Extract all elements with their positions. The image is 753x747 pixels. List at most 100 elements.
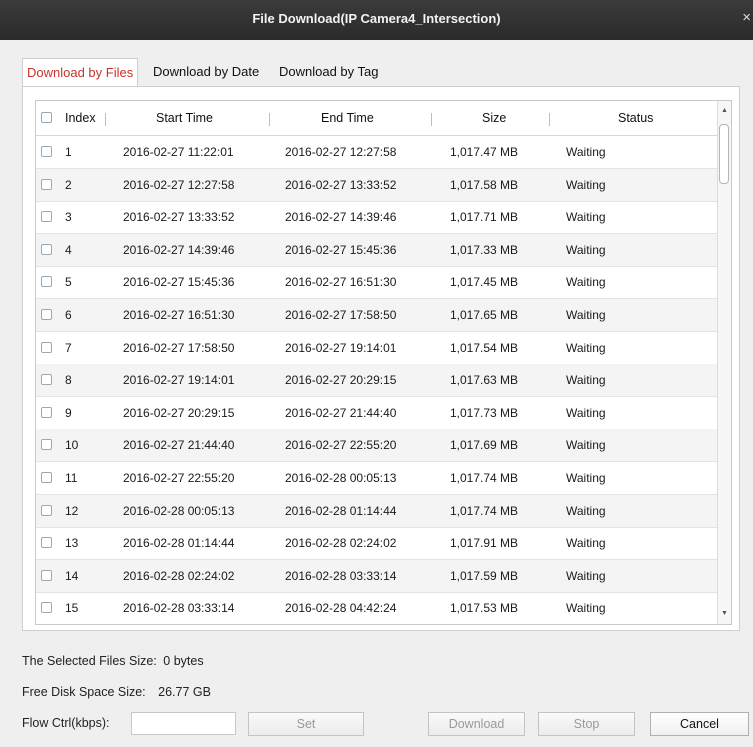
cell-size: 1,017.45 MB: [450, 275, 519, 290]
column-header-end-time[interactable]: End Time: [321, 101, 374, 135]
close-icon[interactable]: ×: [742, 9, 751, 26]
row-checkbox[interactable]: [41, 276, 52, 288]
tab-download-by-date[interactable]: Download by Date: [153, 58, 259, 86]
selected-size-value: 0 bytes: [163, 654, 204, 668]
cell-end-time: 2016-02-27 16:51:30: [285, 275, 397, 290]
row-checkbox[interactable]: [41, 211, 52, 223]
cell-end-time: 2016-02-28 00:05:13: [285, 471, 397, 485]
cell-end-time: 2016-02-28 04:42:24: [285, 601, 397, 616]
selected-size-label: The Selected Files Size:: [22, 654, 157, 668]
column-separator: [549, 113, 550, 126]
set-button[interactable]: Set: [248, 712, 364, 736]
row-checkbox[interactable]: [41, 309, 52, 320]
cell-start-time: 2016-02-27 13:33:52: [123, 210, 235, 225]
cell-start-time: 2016-02-28 03:33:14: [123, 601, 235, 616]
table-row[interactable]: 1 2016-02-27 11:22:01 2016-02-27 12:27:58 1…: [36, 136, 719, 169]
cell-start-time: 2016-02-27 16:51:30: [123, 308, 235, 322]
table-row[interactable]: 3 2016-02-27 13:33:52 2016-02-27 14:39:46 1…: [36, 201, 719, 235]
cell-size: 1,017.69 MB: [450, 438, 519, 453]
tab-download-by-files[interactable]: Download by Files: [22, 58, 139, 87]
row-checkbox[interactable]: [41, 537, 52, 549]
cell-end-time: 2016-02-27 12:27:58: [285, 145, 397, 159]
table-row[interactable]: 11 2016-02-27 22:55:20 2016-02-28 00:05:13…: [36, 462, 719, 495]
cell-end-time: 2016-02-27 21:44:40: [285, 405, 397, 420]
column-header-size[interactable]: Size: [482, 101, 506, 135]
download-button[interactable]: Download: [428, 712, 525, 736]
cell-size: 1,017.63 MB: [450, 373, 519, 388]
select-all-checkbox[interactable]: [41, 112, 52, 123]
table-row[interactable]: 12 2016-02-28 00:05:13 2016-02-28 01:14:44…: [36, 494, 719, 528]
table-row[interactable]: 13 2016-02-28 01:14:44 2016-02-28 02:24:02…: [36, 527, 719, 561]
free-space-line: Free Disk Space Size: 26.77 GB: [22, 685, 211, 699]
cancel-button[interactable]: Cancel: [650, 712, 749, 736]
cell-start-time: 2016-02-28 01:14:44: [123, 536, 235, 551]
cell-size: 1,017.58 MB: [450, 177, 519, 192]
cell-start-time: 2016-02-27 14:39:46: [123, 242, 235, 257]
cell-start-time: 2016-02-27 17:58:50: [123, 340, 235, 355]
scroll-up-arrow-icon[interactable]: ▲: [718, 104, 731, 118]
cell-status: Waiting: [566, 568, 606, 583]
cell-status: Waiting: [566, 373, 606, 388]
cell-start-time: 2016-02-27 19:14:01: [123, 373, 235, 388]
row-checkbox[interactable]: [41, 602, 52, 614]
cell-index: 15: [65, 601, 79, 616]
stop-button[interactable]: Stop: [538, 712, 635, 736]
cell-start-time: 2016-02-27 22:55:20: [123, 471, 235, 485]
cell-index: 11: [65, 471, 78, 485]
cell-start-time: 2016-02-27 15:45:36: [123, 275, 235, 290]
cell-status: Waiting: [566, 405, 606, 420]
table-row[interactable]: 10 2016-02-27 21:44:40 2016-02-27 22:55:20…: [36, 429, 719, 463]
cell-end-time: 2016-02-27 13:33:52: [285, 177, 397, 192]
row-checkbox[interactable]: [41, 569, 52, 581]
cell-index: 3: [65, 210, 72, 225]
cell-index: 6: [65, 308, 72, 322]
free-space-value: 26.77 GB: [158, 685, 211, 699]
tab-panel: Index Start Time End Time Size Status 12…: [22, 86, 740, 631]
scrollbar-thumb[interactable]: [719, 124, 729, 184]
scroll-down-arrow-icon[interactable]: ▼: [718, 607, 731, 621]
row-checkbox[interactable]: [41, 146, 52, 157]
flow-ctrl-label: Flow Ctrl(kbps):: [22, 716, 110, 730]
table-row[interactable]: 9 2016-02-27 20:29:15 2016-02-27 21:44:40 1…: [36, 397, 719, 430]
cell-end-time: 2016-02-27 19:14:01: [285, 340, 397, 355]
row-checkbox[interactable]: [41, 406, 52, 418]
cell-size: 1,017.74 MB: [450, 471, 519, 485]
column-header-index[interactable]: Index: [65, 101, 96, 135]
row-checkbox[interactable]: [41, 374, 52, 386]
title-bar: File Download(IP Camera4_Intersection) ×: [0, 0, 753, 40]
cell-end-time: 2016-02-27 15:45:36: [285, 242, 397, 257]
column-header-status[interactable]: Status: [618, 101, 653, 135]
row-checkbox[interactable]: [41, 341, 52, 353]
cell-start-time: 2016-02-27 12:27:58: [123, 177, 235, 192]
table-row[interactable]: 5 2016-02-27 15:45:36 2016-02-27 16:51:30 1…: [36, 266, 719, 300]
file-table: Index Start Time End Time Size Status 12…: [35, 100, 732, 625]
cell-end-time: 2016-02-27 20:29:15: [285, 373, 397, 388]
cell-start-time: 2016-02-27 21:44:40: [123, 438, 235, 453]
row-checkbox[interactable]: [41, 504, 52, 516]
cell-size: 1,017.71 MB: [450, 210, 519, 225]
vertical-scrollbar[interactable]: ▲ ▼: [717, 101, 731, 624]
table-row[interactable]: 6 2016-02-27 16:51:30 2016-02-27 17:58:50 1…: [36, 299, 719, 332]
tab-download-by-tag[interactable]: Download by Tag: [279, 58, 379, 86]
table-row[interactable]: 4 2016-02-27 14:39:46 2016-02-27 15:45:36 1…: [36, 233, 719, 267]
free-space-label: Free Disk Space Size:: [22, 685, 146, 699]
table-row[interactable]: 14 2016-02-28 02:24:02 2016-02-28 03:33:14…: [36, 559, 719, 593]
window-title: File Download(IP Camera4_Intersection): [252, 11, 501, 26]
table-row[interactable]: 8 2016-02-27 19:14:01 2016-02-27 20:29:15 1…: [36, 364, 719, 398]
flow-ctrl-input[interactable]: [131, 712, 236, 735]
row-checkbox[interactable]: [41, 439, 52, 451]
cell-start-time: 2016-02-27 11:22:01: [123, 145, 234, 159]
table-row[interactable]: 15 2016-02-28 03:33:14 2016-02-28 04:42:24…: [36, 592, 719, 624]
cell-index: 10: [65, 438, 79, 453]
cell-status: Waiting: [566, 275, 606, 290]
row-checkbox[interactable]: [41, 472, 52, 483]
row-checkbox[interactable]: [41, 178, 52, 190]
cell-end-time: 2016-02-28 03:33:14: [285, 568, 397, 583]
column-header-start-time[interactable]: Start Time: [156, 101, 213, 135]
cell-end-time: 2016-02-27 14:39:46: [285, 210, 397, 225]
table-header: Index Start Time End Time Size Status: [36, 101, 719, 136]
row-checkbox[interactable]: [41, 243, 52, 255]
cell-size: 1,017.33 MB: [450, 242, 519, 257]
table-row[interactable]: 7 2016-02-27 17:58:50 2016-02-27 19:14:01 1…: [36, 332, 719, 365]
table-row[interactable]: 2 2016-02-27 12:27:58 2016-02-27 13:33:52 1…: [36, 168, 719, 202]
